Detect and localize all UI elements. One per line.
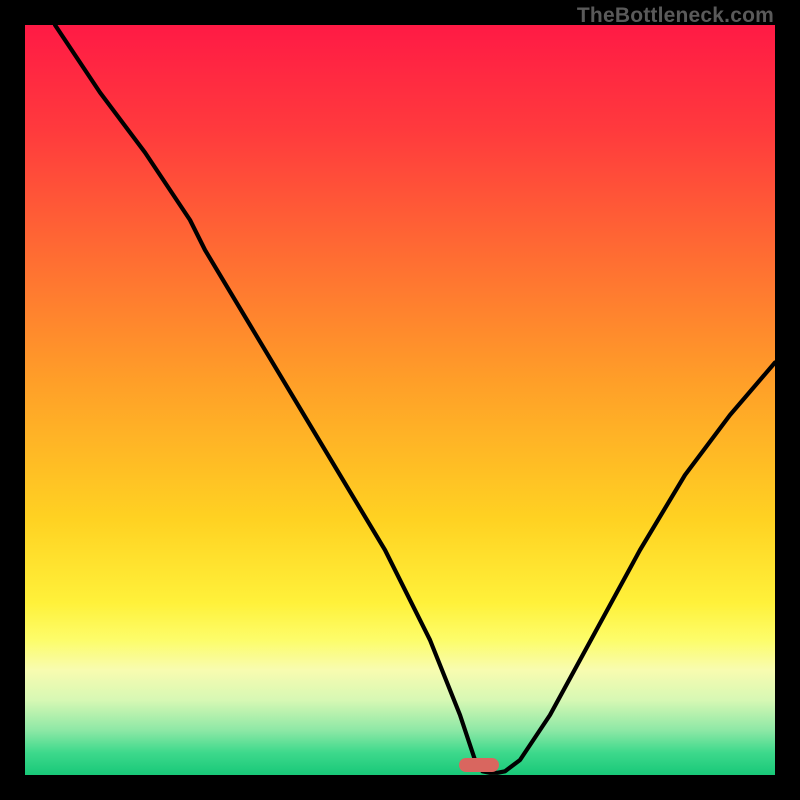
- bottleneck-curve: [25, 25, 775, 775]
- optimal-marker: [459, 758, 499, 772]
- outer-frame: TheBottleneck.com: [0, 0, 800, 800]
- plot-area: [25, 25, 775, 775]
